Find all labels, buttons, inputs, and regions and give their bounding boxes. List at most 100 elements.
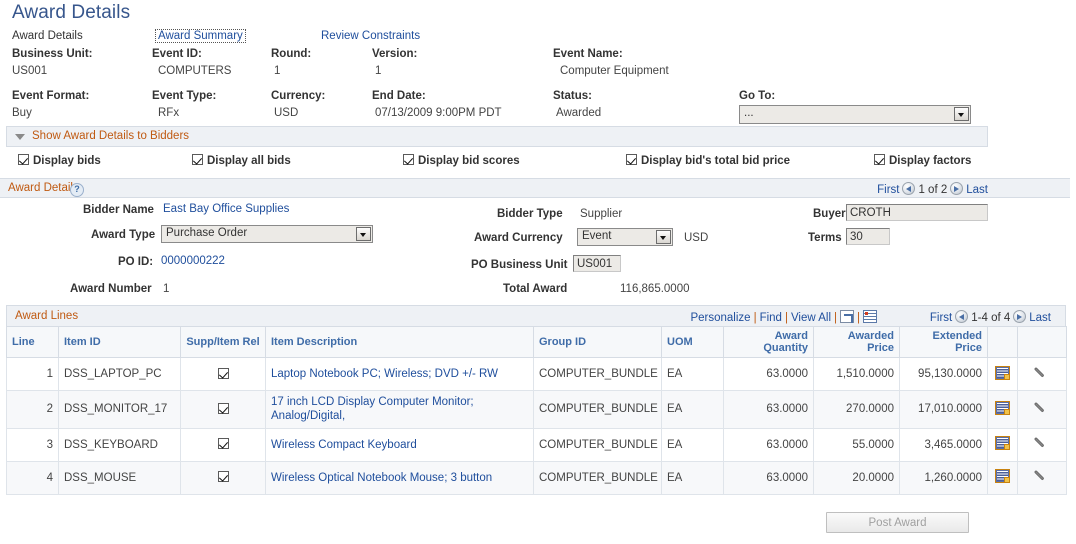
award-lines-table: Line Item ID Supp/Item Rel Item Descript… (6, 326, 1067, 495)
goto-select[interactable]: ... (739, 105, 971, 124)
terms-field[interactable]: 30 (846, 228, 890, 245)
item-description-link[interactable]: Laptop Notebook PC; Wireless; DVD +/- RW (271, 368, 498, 380)
column-header-item-description[interactable]: Item Description (265, 326, 534, 358)
cell-sheet[interactable] (987, 427, 1018, 462)
cell-awarded-price: 55.0000 (813, 427, 900, 462)
column-header-line[interactable]: Line (6, 326, 59, 358)
paging-first-link[interactable]: First (930, 312, 952, 324)
cell-sheet[interactable] (987, 357, 1018, 391)
column-header-supp-item-rel[interactable]: Supp/Item Rel (180, 326, 266, 358)
checkbox-display-bids[interactable]: Display bids (18, 154, 101, 167)
question-mark-icon[interactable]: ? (70, 183, 84, 197)
download-spreadsheet-icon[interactable] (863, 310, 877, 323)
page-title: Award Details (12, 2, 131, 23)
version-value: 1 (375, 65, 382, 77)
award-details-paging: First 1 of 2 Last (877, 182, 988, 196)
paperclip-icon[interactable] (1035, 436, 1049, 450)
award-lines-toolbar: Personalize | Find | View All | | (690, 310, 877, 324)
award-details-section-bar: Award Details ? First 1 of 2 Last (0, 178, 1070, 198)
cell-uom: EA (661, 357, 724, 391)
checkbox-display-bid-scores[interactable]: Display bid scores (403, 154, 520, 167)
column-header-uom[interactable]: UOM (661, 326, 724, 358)
personalize-link[interactable]: Personalize (690, 312, 750, 324)
status-label: Status: (553, 90, 592, 102)
checkbox-icon[interactable] (626, 154, 637, 165)
triangle-down-icon[interactable] (15, 134, 25, 140)
arrow-left-icon[interactable] (955, 310, 969, 323)
event-id-label: Event ID: (152, 48, 202, 60)
cell-supp-item-rel[interactable] (180, 357, 266, 391)
checkbox-label: Display all bids (207, 155, 291, 167)
cell-supp-item-rel[interactable] (180, 460, 266, 495)
spreadsheet-icon[interactable] (995, 365, 1010, 380)
checkbox-label: Display bids (33, 155, 101, 167)
paging-last-link[interactable]: Last (1029, 312, 1051, 324)
item-description-link[interactable]: Wireless Optical Notebook Mouse; 3 butto… (271, 472, 492, 484)
cell-sheet[interactable] (987, 460, 1018, 495)
buyer-field[interactable]: CROTH (846, 204, 988, 221)
cell-award-quantity: 63.0000 (723, 460, 814, 495)
po-id-link[interactable]: 0000000222 (161, 255, 225, 267)
subnav-review-constraints-link[interactable]: Review Constraints (321, 30, 420, 42)
po-business-unit-field[interactable]: US001 (573, 255, 621, 272)
buyer-label: Buyer (813, 208, 846, 220)
column-header-awarded-price[interactable]: Awarded Price (813, 326, 900, 358)
cell-sheet[interactable] (987, 390, 1018, 429)
arrow-right-icon[interactable] (1013, 310, 1027, 323)
arrow-left-icon[interactable] (902, 182, 916, 195)
cell-supp-item-rel[interactable] (180, 427, 266, 462)
bidder-name-link[interactable]: East Bay Office Supplies (163, 203, 289, 215)
spreadsheet-icon[interactable] (995, 469, 1010, 484)
paging-first-link[interactable]: First (877, 184, 899, 196)
cell-attachment[interactable] (1017, 357, 1067, 391)
cell-supp-item-rel[interactable] (180, 390, 266, 429)
column-header-extended-price[interactable]: Extended Price (899, 326, 988, 358)
cell-attachment[interactable] (1017, 460, 1067, 495)
chevron-down-icon[interactable] (356, 227, 371, 241)
cell-group-id: COMPUTER_BUNDLE (533, 390, 662, 429)
checkbox-icon[interactable] (217, 402, 229, 414)
checkbox-icon[interactable] (217, 471, 229, 483)
bidder-name-label: Bidder Name (83, 204, 154, 216)
post-award-button[interactable]: Post Award (826, 512, 969, 533)
cell-group-id: COMPUTER_BUNDLE (533, 357, 662, 391)
column-header-group-id[interactable]: Group ID (533, 326, 662, 358)
checkbox-icon[interactable] (217, 367, 229, 379)
popup-window-icon[interactable] (840, 310, 854, 323)
spreadsheet-icon[interactable] (995, 436, 1010, 451)
table-row: 3 DSS_KEYBOARD Wireless Compact Keyboard… (6, 427, 1067, 462)
paperclip-icon[interactable] (1035, 401, 1049, 415)
paperclip-icon[interactable] (1035, 469, 1049, 483)
find-link[interactable]: Find (760, 312, 782, 324)
show-award-details-to-bidders-bar[interactable]: Show Award Details to Bidders (6, 126, 988, 147)
column-header-item-id[interactable]: Item ID (58, 326, 181, 358)
cell-item-description: Laptop Notebook PC; Wireless; DVD +/- RW (265, 357, 534, 391)
item-description-link[interactable]: Wireless Compact Keyboard (271, 439, 417, 451)
checkbox-icon[interactable] (18, 154, 29, 165)
checkbox-display-all-bids[interactable]: Display all bids (192, 154, 291, 167)
column-header-award-quantity[interactable]: Award Quantity (723, 326, 814, 358)
item-description-link[interactable]: 17 inch LCD Display Computer Monitor; An… (271, 396, 474, 422)
paging-last-link[interactable]: Last (966, 184, 988, 196)
checkbox-icon[interactable] (192, 154, 203, 165)
checkbox-icon[interactable] (874, 154, 885, 165)
award-type-select[interactable]: Purchase Order (161, 225, 373, 243)
paperclip-icon[interactable] (1035, 366, 1049, 380)
checkbox-icon[interactable] (403, 154, 414, 165)
chevron-down-icon[interactable] (954, 107, 969, 121)
status-value: Awarded (556, 107, 602, 119)
view-all-link[interactable]: View All (791, 312, 831, 324)
subnav-award-summary-link[interactable]: Award Summary (155, 29, 246, 43)
award-currency-select[interactable]: Event (577, 228, 673, 246)
chevron-down-icon[interactable] (656, 230, 671, 244)
cell-attachment[interactable] (1017, 390, 1067, 429)
end-date-label: End Date: (372, 90, 426, 102)
checkbox-display-factors[interactable]: Display factors (874, 154, 971, 167)
checkbox-icon[interactable] (217, 438, 229, 450)
spreadsheet-icon[interactable] (995, 400, 1010, 415)
arrow-right-icon[interactable] (950, 182, 964, 195)
cell-group-id: COMPUTER_BUNDLE (533, 427, 662, 462)
event-id-value: COMPUTERS (158, 65, 232, 77)
checkbox-display-bids-total-bid-price[interactable]: Display bid's total bid price (626, 154, 790, 167)
cell-attachment[interactable] (1017, 427, 1067, 462)
